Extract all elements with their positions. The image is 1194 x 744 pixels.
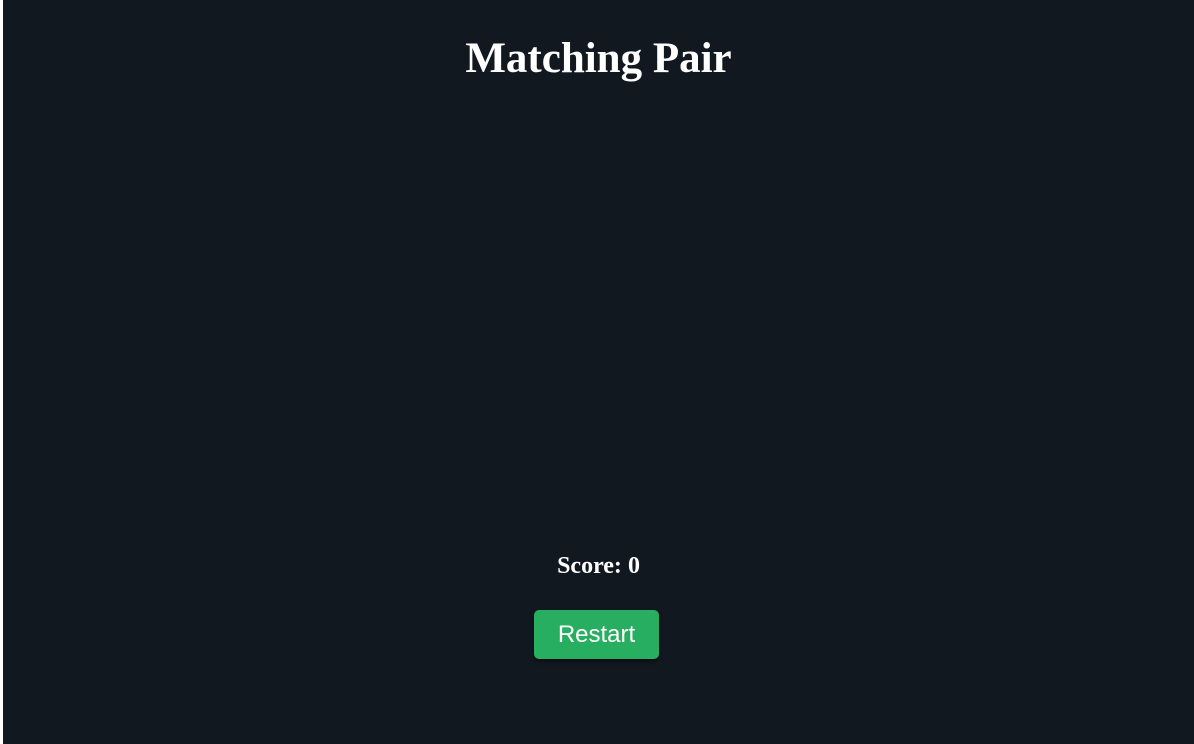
game-container: Matching Pair Score: 0 Restart xyxy=(3,0,1194,744)
game-title: Matching Pair xyxy=(465,35,732,82)
score-label: Score: xyxy=(557,553,622,579)
score-value: 0 xyxy=(627,553,640,579)
card-board xyxy=(3,110,1194,530)
restart-button[interactable]: Restart xyxy=(534,610,659,659)
score-display: Score: 0 xyxy=(3,551,1194,581)
